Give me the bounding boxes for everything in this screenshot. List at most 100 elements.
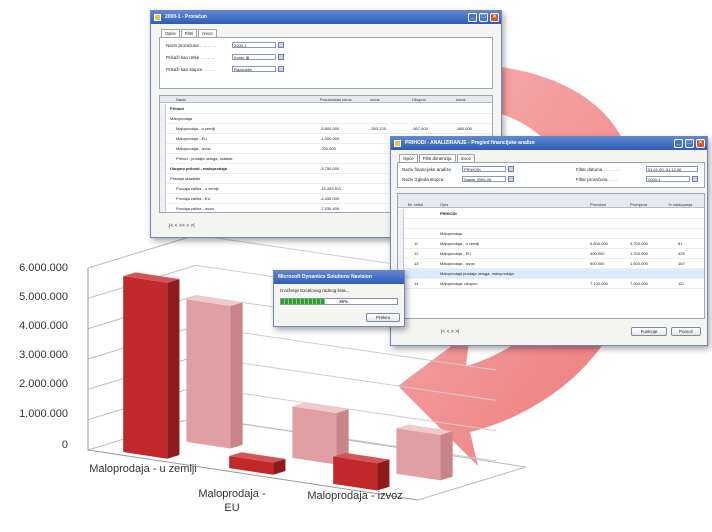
row-value[interactable]: -7.535.405 [320,204,339,212]
table-row[interactable]: 14 Maloprodaja, ukupno 7.100.000 7.900.000 1… [398,279,704,289]
table-row[interactable]: Maloprodaja prodaja usluga, maloprodaja [398,269,704,279]
row-value[interactable]: 1.500.000 [630,259,648,269]
maximize-icon[interactable]: □ [685,139,694,148]
close-icon[interactable]: × [696,139,705,148]
analysis-grid[interactable]: Br. retka Opis Proračun Promjena % odstu… [397,193,705,319]
col-header[interactable]: % odstupanja [668,202,692,207]
table-row[interactable] [398,219,704,229]
budget-name-lookup-icon[interactable] [278,42,284,48]
row-value[interactable]: 5.800.000 [590,239,608,249]
analysis-nav-buttons[interactable]: |< < > >| [441,329,459,335]
columns-dropdown-icon[interactable] [278,66,284,72]
budget-name-label: Naziv proračuna . . . . . . . [166,43,217,48]
table-row[interactable]: 12 Maloprodaja - EU 400.000 1.700.000 425 [398,249,704,259]
progress-bar-fill [281,299,326,304]
tab-filters[interactable]: Filtri [180,29,198,37]
tab-general[interactable]: Opće [399,154,418,162]
row-selector[interactable] [160,204,166,212]
row-value[interactable]: 1.700.000 [630,249,648,259]
row-value[interactable]: 4.700.000 [630,239,648,249]
row-value[interactable]: 167 [678,259,685,269]
col-header[interactable]: Proračunski iznos [320,97,352,102]
col-header[interactable]: Iznos [370,97,380,102]
row-selector[interactable] [160,164,166,174]
row-selector[interactable] [398,259,404,269]
dialog-titlebar[interactable]: Microsoft Dynamics Solutions Navision [274,271,404,284]
table-row[interactable]: PRIHODI [398,209,704,219]
row-value[interactable]: 425 [678,249,685,259]
row-value[interactable]: 400.000 [590,249,604,259]
tab-export[interactable]: Izvoz [198,29,217,37]
column-layout-field[interactable]: Stanje 2000-05 [462,176,506,182]
row-value[interactable]: -580.000 [456,124,472,134]
analysis-name-lookup-icon[interactable] [508,166,514,172]
row-selector[interactable] [160,174,166,184]
rows-dropdown-icon[interactable] [278,54,284,60]
analysis-name-field[interactable]: PRIHODI [462,166,506,172]
row-value[interactable]: -700.000 [320,144,336,154]
row-selector[interactable] [398,209,404,219]
row-selector[interactable] [398,239,404,249]
row-selector[interactable] [398,219,404,229]
x-category-label: Maloprodaja - u zemlji [89,463,197,475]
app-icon [154,14,161,21]
budget-name-field[interactable]: 2000-1 [232,42,276,48]
col-header[interactable]: Naziv [176,97,186,102]
row-value[interactable]: -567.000 [412,124,428,134]
analysis-window-titlebar[interactable]: PRIHODI - ANALIZIRANJE - Pregled financi… [391,137,707,150]
row-value[interactable]: 111 [678,279,684,289]
row-value[interactable]: -5.800.000 [320,124,339,134]
close-icon[interactable]: × [490,13,499,22]
table-row[interactable]: Maloprodaja [398,229,704,239]
row-selector[interactable] [398,229,404,239]
col-header[interactable]: Br. retka [408,202,423,207]
table-row[interactable]: 11 Maloprodaja - u zemlji 5.800.000 4.700.0… [398,239,704,249]
minimize-icon[interactable]: _ [468,13,477,22]
cancel-button[interactable]: Prekini [366,313,400,322]
row-value[interactable]: -1.000.000 [320,134,339,144]
col-header[interactable]: Iznos [456,97,466,102]
budget-window-titlebar[interactable]: 2000-1 - Proračun _ □ × [151,11,501,24]
table-row[interactable]: Maloprodaja [160,114,492,124]
column-layout-lookup-icon[interactable] [508,176,514,182]
col-header[interactable]: Opis [440,202,448,207]
table-row[interactable]: Prihodi [160,104,492,114]
rows-label: Prikaži kao retke . . . . . . [166,55,215,60]
row-selector[interactable] [160,154,166,164]
row-value[interactable]: -4.435.000 [320,194,339,204]
col-header[interactable]: Proračun [590,202,606,207]
row-selector[interactable] [160,144,166,154]
row-value[interactable]: 7.100.000 [590,279,608,289]
maximize-icon[interactable]: □ [479,13,488,22]
functions-button[interactable]: Funkcije [631,327,667,336]
tab-general[interactable]: Opće [161,29,180,37]
row-value[interactable]: 81 [678,239,682,249]
row-value[interactable]: -550.125 [370,124,386,134]
budget-nav-buttons[interactable]: |< < >> > >| [169,223,195,229]
row-value[interactable]: -5.750.000 [320,164,339,174]
row-value[interactable]: 7.900.000 [630,279,648,289]
row-value[interactable]: 900.000 [590,259,604,269]
row-selector[interactable] [160,134,166,144]
help-button[interactable]: Pomoć [671,327,701,336]
row-selector[interactable] [398,249,404,259]
row-selector[interactable] [160,124,166,134]
row-selector[interactable] [160,184,166,194]
budget-filter-lookup-icon[interactable] [692,176,698,182]
table-row[interactable]: 13 Maloprodaja - izvoz 900.000 1.500.000 167 [398,259,704,269]
tab-dimension-filters[interactable]: Filtri dimenzija [418,154,456,162]
row-selector[interactable] [160,194,166,204]
tab-export[interactable]: Izvoz [456,154,476,162]
col-header[interactable]: Promjena [630,202,647,207]
col-header[interactable]: Ukupno [412,97,426,102]
minimize-icon[interactable]: _ [674,139,683,148]
column-layout-label: Naziv izgleda stupca [402,177,444,182]
row-value[interactable]: -16.453.911 [320,184,341,194]
table-row[interactable]: Maloprodaja - u zemlji -5.800.000 -550.125… [160,124,492,134]
budget-filter-field[interactable]: 2000-1 [646,176,690,182]
rows-field[interactable]: Konto IB [232,54,276,60]
date-filter-field[interactable]: 01.01.00..31.12.00 [646,166,698,172]
row-selector[interactable] [160,104,166,114]
row-selector[interactable] [160,114,166,124]
columns-field[interactable]: Razdoblje [232,66,276,72]
